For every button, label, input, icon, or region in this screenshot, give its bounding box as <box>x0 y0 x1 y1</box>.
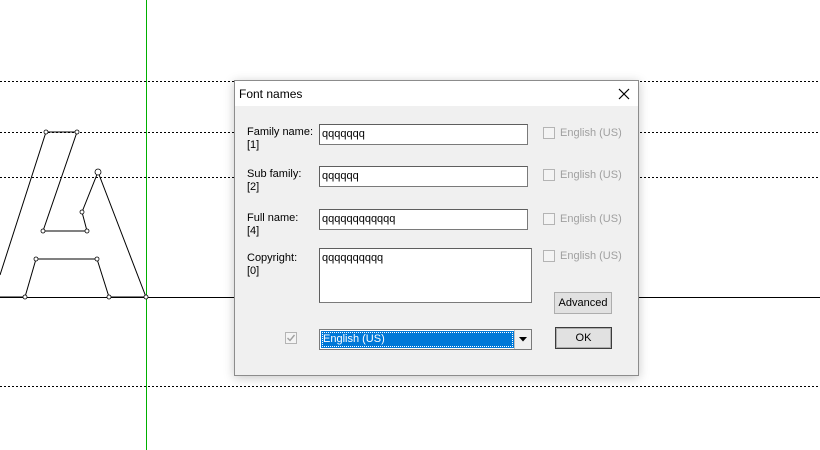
sub-family-label: Sub family: [2] <box>247 168 302 193</box>
dialog-titlebar[interactable]: Font names <box>235 81 638 106</box>
full-name-input[interactable]: qqqqqqqqqqqq <box>319 209 528 230</box>
checkmark-icon <box>287 334 296 342</box>
family-name-label: Family name: [1] <box>247 126 314 151</box>
close-button[interactable] <box>610 81 638 106</box>
close-icon <box>618 88 630 99</box>
glyph-points[interactable] <box>22 129 149 300</box>
dropdown-arrow-button[interactable] <box>514 330 531 349</box>
copyright-checkbox-label: English (US) <box>560 250 622 262</box>
font-names-dialog: Font names Family name: [1] qqqqqqq Engl… <box>234 80 639 376</box>
advanced-button[interactable]: Advanced <box>554 292 612 314</box>
copyright-textarea[interactable]: qqqqqqqqqq <box>319 248 532 303</box>
full-name-checkbox[interactable] <box>543 213 555 225</box>
family-name-checkbox-label: English (US) <box>560 127 622 139</box>
chevron-down-icon <box>519 337 527 342</box>
full-name-label: Full name: [4] <box>247 212 299 237</box>
dialog-title: Font names <box>239 87 303 101</box>
copyright-label: Copyright: [0] <box>247 252 298 277</box>
family-name-checkbox[interactable] <box>543 127 555 139</box>
ok-button[interactable]: OK <box>555 327 612 349</box>
language-checkbox[interactable] <box>285 332 297 344</box>
sub-family-checkbox[interactable] <box>543 169 555 181</box>
language-select-value: English (US) <box>321 331 514 348</box>
sub-family-checkbox-label: English (US) <box>560 169 622 181</box>
family-name-input[interactable]: qqqqqqq <box>319 124 528 145</box>
language-select[interactable]: English (US) <box>319 329 532 350</box>
glyph-outline[interactable] <box>0 131 147 298</box>
copyright-checkbox[interactable] <box>543 250 555 262</box>
full-name-checkbox-label: English (US) <box>560 213 622 225</box>
sub-family-input[interactable]: qqqqqq <box>319 166 528 187</box>
